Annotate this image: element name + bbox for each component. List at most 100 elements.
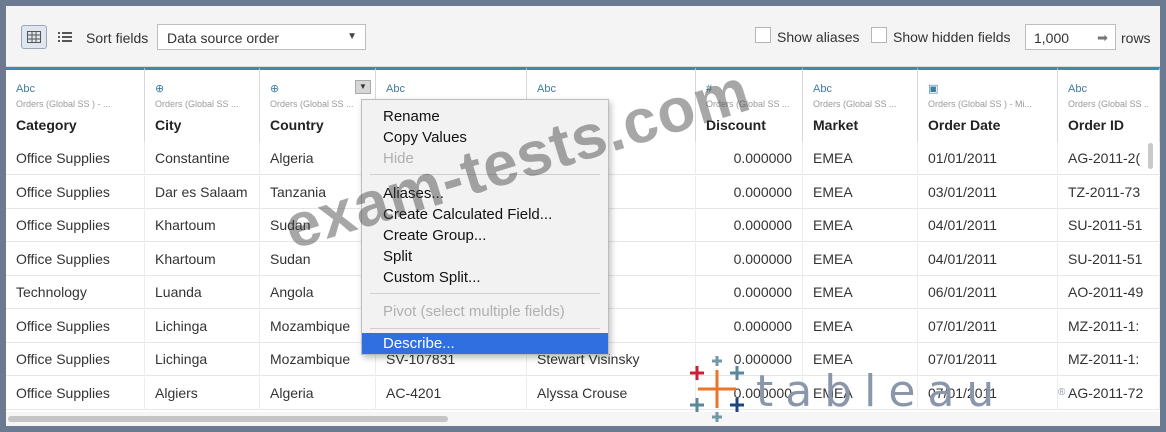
field-menu-dropdown-button[interactable]: ▼	[355, 80, 371, 94]
table-cell: EMEA	[803, 309, 918, 343]
vertical-scrollbar[interactable]	[1148, 143, 1153, 169]
field-source: Orders (Global SS ...	[270, 99, 354, 109]
column-header[interactable]: Abc Orders (Global SS ... Market	[803, 67, 918, 142]
table-cell: EMEA	[803, 276, 918, 309]
rows-count-value: 1,000	[1034, 30, 1070, 46]
table-cell: Algeria	[260, 376, 376, 410]
table-cell: Constantine	[145, 142, 260, 175]
table-cell: 0.000000	[696, 209, 803, 242]
sort-fields-select[interactable]: Data source order ▼	[157, 24, 366, 50]
menu-item-pivot: Pivot (select multiple fields)	[383, 303, 565, 320]
column-header[interactable]: ⊕ Orders (Global SS ... City	[145, 67, 260, 142]
field-name: Market	[813, 117, 859, 133]
show-hidden-fields-checkbox[interactable]	[871, 27, 887, 43]
table-cell: Office Supplies	[6, 209, 145, 242]
tableau-logo-text: tableau	[756, 366, 1007, 417]
table-cell: 07/01/2011	[918, 309, 1058, 343]
show-aliases-checkbox[interactable]	[755, 27, 771, 43]
menu-separator	[370, 293, 600, 294]
arrow-right-icon[interactable]: ➡	[1097, 30, 1108, 46]
table-cell: Mozambique	[260, 343, 376, 376]
field-type-label: Abc	[1068, 83, 1087, 95]
table-cell: Angola	[260, 276, 376, 309]
field-type-label: Abc	[813, 83, 832, 95]
table-cell: 0.000000	[696, 309, 803, 343]
column-header[interactable]: Abc Orders (Global SS ... Order ID	[1058, 67, 1160, 142]
chevron-down-icon: ▼	[347, 31, 357, 42]
field-source: Orders (Global SS ) - ...	[16, 99, 111, 109]
table-cell: TZ-2011-73	[1058, 175, 1160, 209]
show-aliases-label: Show aliases	[777, 29, 860, 45]
table-cell: Office Supplies	[6, 242, 145, 276]
table-cell: Dar es Salaam	[145, 175, 260, 209]
table-cell: Luanda	[145, 276, 260, 309]
field-source: Orders (Global SS ...	[1068, 99, 1149, 109]
globe-icon: ⊕	[270, 83, 280, 95]
table-cell: EMEA	[803, 209, 918, 242]
table-cell: Khartoum	[145, 242, 260, 276]
menu-item-split[interactable]: Split	[362, 246, 608, 267]
column-header[interactable]: ⊕ Orders (Global SS ... Country ▼	[260, 67, 376, 142]
table-cell: 03/01/2011	[918, 175, 1058, 209]
field-source: Orders (Global SS ...	[813, 99, 897, 109]
table-cell: MZ-2011-1:	[1058, 343, 1160, 376]
table-cell: AC-4201	[376, 376, 527, 410]
field-name: City	[155, 117, 182, 133]
field-name: Country	[270, 117, 324, 133]
column-header[interactable]: ▣ Orders (Global SS ) - Mi... Order Date	[918, 67, 1058, 142]
table-cell: Office Supplies	[6, 175, 145, 209]
menu-separator	[370, 328, 600, 329]
field-type-label: Abc	[16, 83, 35, 95]
table-cell: 06/01/2011	[918, 276, 1058, 309]
table-cell: Office Supplies	[6, 142, 145, 175]
table-cell: Mozambique	[260, 309, 376, 343]
table-cell: 0.000000	[696, 142, 803, 175]
calendar-icon: ▣	[928, 83, 939, 95]
sort-fields-label: Sort fields	[86, 30, 149, 46]
grid-icon	[27, 31, 41, 43]
table-cell: Algiers	[145, 376, 260, 410]
table-cell: Alyssa Crouse	[527, 376, 696, 410]
table-cell: Khartoum	[145, 209, 260, 242]
list-view-button[interactable]	[52, 25, 78, 49]
field-type-label: Abc	[386, 83, 405, 95]
table-cell: Office Supplies	[6, 376, 145, 410]
tableau-logo-icon	[690, 356, 744, 422]
table-cell: EMEA	[803, 175, 918, 209]
table-cell: 01/01/2011	[918, 142, 1058, 175]
rows-label: rows	[1121, 30, 1151, 46]
horizontal-scrollbar[interactable]	[8, 416, 448, 422]
table-cell: Lichinga	[145, 309, 260, 343]
table-cell: 04/01/2011	[918, 209, 1058, 242]
field-name: Order ID	[1068, 117, 1125, 133]
rows-count-input[interactable]: 1,000 ➡	[1025, 24, 1116, 50]
table-cell: SU-2011-51	[1058, 242, 1160, 276]
field-source: Orders (Global SS ) - Mi...	[928, 99, 1033, 109]
globe-icon: ⊕	[155, 83, 165, 95]
table-cell: AG-2011-2(	[1058, 142, 1160, 175]
table-cell: 0.000000	[696, 276, 803, 309]
table-cell: 0.000000	[696, 242, 803, 276]
table-cell: Lichinga	[145, 343, 260, 376]
table-cell: Office Supplies	[6, 309, 145, 343]
registered-mark: ®	[1058, 387, 1066, 398]
table-cell: MZ-2011-1:	[1058, 309, 1160, 343]
table-cell: 0.000000	[696, 175, 803, 209]
list-icon	[58, 32, 72, 42]
menu-item-custom-split[interactable]: Custom Split...	[362, 267, 608, 288]
table-cell: AG-2011-72	[1058, 376, 1160, 410]
sort-fields-value: Data source order	[167, 30, 280, 46]
table-cell: EMEA	[803, 142, 918, 175]
table-cell: EMEA	[803, 242, 918, 276]
data-source-window: Sort fields Data source order ▼ Show ali…	[6, 6, 1160, 426]
show-hidden-fields-label: Show hidden fields	[893, 29, 1011, 45]
grid-view-button[interactable]	[21, 25, 47, 49]
menu-item-describe[interactable]: Describe...	[362, 333, 608, 354]
field-name: Category	[16, 117, 77, 133]
table-cell: AO-2011-49	[1058, 276, 1160, 309]
field-source: Orders (Global SS ...	[155, 99, 239, 109]
table-cell: SU-2011-51	[1058, 209, 1160, 242]
table-cell: 04/01/2011	[918, 242, 1058, 276]
table-cell: Office Supplies	[6, 343, 145, 376]
column-header[interactable]: Abc Orders (Global SS ) - ... Category	[6, 67, 145, 142]
